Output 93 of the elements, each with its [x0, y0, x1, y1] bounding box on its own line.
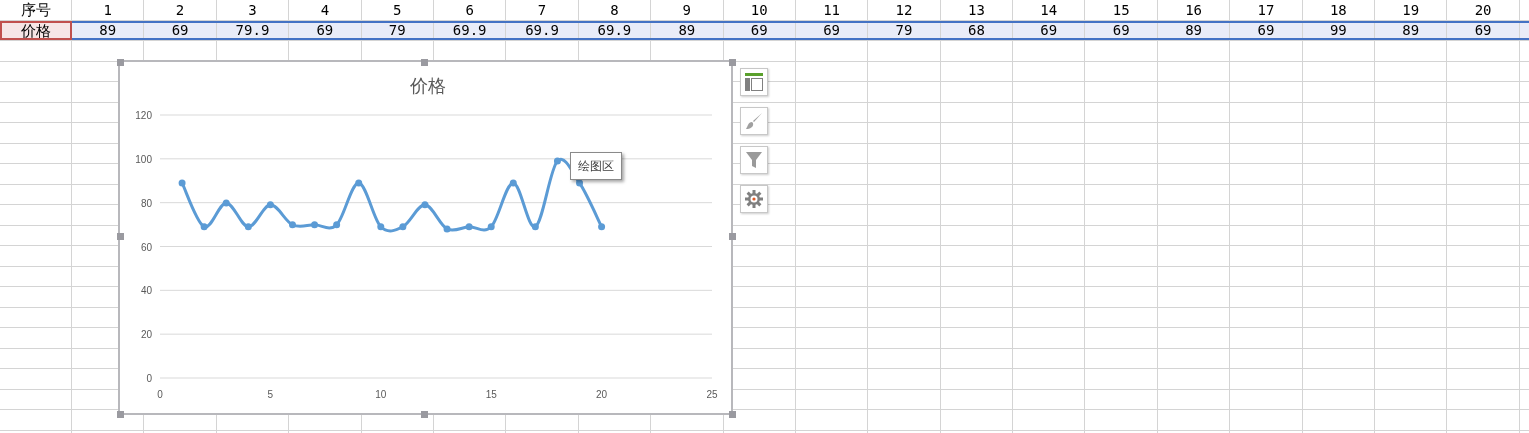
resize-handle[interactable]: [729, 411, 736, 418]
chart-title: 价格: [409, 76, 446, 96]
data-point: [465, 223, 473, 231]
table-cell: 69.9: [578, 22, 652, 38]
table-cell: 69: [1230, 22, 1303, 38]
table-cell: 18: [1302, 0, 1376, 20]
table-cell: 69: [795, 22, 869, 38]
x-axis-label: 25: [706, 389, 718, 400]
data-point: [377, 223, 385, 231]
data-point: [355, 179, 363, 187]
table-cell: 69: [1447, 22, 1520, 38]
resize-handle[interactable]: [117, 233, 124, 240]
table-cell: 69.9: [433, 22, 507, 38]
table-cell: 17: [1230, 0, 1303, 20]
data-point: [266, 201, 274, 209]
table-cell: 20: [1447, 0, 1520, 20]
style-button[interactable]: [740, 107, 768, 135]
data-point: [200, 223, 208, 231]
resize-handle[interactable]: [117, 59, 124, 66]
data-point: [333, 221, 341, 229]
table-cell: 4: [289, 0, 362, 20]
data-point: [553, 157, 561, 165]
data-point: [531, 223, 539, 231]
table-cell: 6: [433, 0, 507, 20]
x-axis-label: 15: [485, 389, 497, 400]
y-axis-label: 60: [140, 241, 152, 253]
table-cell: 12: [868, 0, 941, 20]
table-cell: 10: [723, 0, 796, 20]
data-point: [178, 179, 186, 187]
data-point: [576, 179, 583, 187]
y-axis-label: 120: [135, 110, 152, 121]
table-cell: 3: [216, 0, 290, 20]
table-cell: 69: [1085, 22, 1158, 38]
data-point: [509, 179, 517, 187]
table-cell: 14: [1013, 0, 1086, 20]
table-cell: 19: [1375, 0, 1448, 20]
table-cell: 5: [361, 0, 434, 20]
table-cell: 69: [144, 22, 217, 38]
table-cell: 89: [72, 22, 145, 38]
brush-icon: [745, 112, 763, 130]
data-point: [289, 221, 296, 229]
y-axis-label: 20: [140, 329, 152, 341]
filter-icon: [745, 151, 763, 169]
table-cell: 69: [289, 22, 362, 38]
data-point: [244, 223, 252, 231]
table-cell: 89: [1157, 22, 1231, 38]
filter-button[interactable]: [740, 146, 768, 174]
table-cell: 7: [506, 0, 579, 20]
table-cell: 89: [1375, 22, 1448, 38]
table-cell: 16: [1157, 0, 1231, 20]
data-point: [598, 223, 606, 231]
row-header-cell: 价格: [0, 20, 72, 40]
resize-handle[interactable]: [421, 59, 428, 66]
resize-handle[interactable]: [421, 411, 428, 418]
data-point: [399, 223, 407, 231]
table-cell: 13: [940, 0, 1014, 20]
data-point: [487, 223, 495, 231]
table-cell: 89: [651, 22, 724, 38]
table-cell: 1: [72, 0, 145, 20]
table-cell: 15: [1085, 0, 1158, 20]
table-cell: 2: [144, 0, 217, 20]
chart-elements-icon: [745, 73, 763, 91]
y-axis-label: 100: [135, 153, 152, 165]
table-cell: 69: [1013, 22, 1086, 38]
row-header-cell: 序号: [0, 0, 72, 20]
table-cell: 79.9: [216, 22, 290, 38]
settings-icon: [745, 190, 763, 208]
resize-handle[interactable]: [729, 59, 736, 66]
x-axis-label: 20: [596, 389, 608, 400]
table-cell: 69.9: [506, 22, 579, 38]
resize-handle[interactable]: [117, 411, 124, 418]
table-cell: 79: [868, 22, 941, 38]
table-cell: 68: [940, 22, 1014, 38]
table-cell: 79: [361, 22, 434, 38]
table-cell: 9: [651, 0, 724, 20]
settings-button[interactable]: [740, 185, 768, 213]
y-axis-label: 0: [146, 373, 152, 384]
data-point: [311, 221, 319, 229]
table-cell: 99: [1302, 22, 1376, 38]
elements-button[interactable]: [740, 68, 768, 96]
resize-handle[interactable]: [729, 233, 736, 240]
x-axis-label: 5: [267, 389, 274, 400]
table-cell: 8: [578, 0, 652, 20]
data-point: [222, 199, 230, 207]
table-cell: 11: [795, 0, 869, 20]
table-cell: 69: [723, 22, 796, 38]
y-axis-label: 80: [140, 197, 152, 209]
data-point: [421, 201, 429, 209]
y-axis-label: 40: [140, 285, 152, 297]
x-axis-label: 0: [157, 389, 163, 400]
x-axis-label: 10: [375, 389, 387, 400]
data-point: [443, 225, 451, 233]
tooltip: 绘图区: [570, 152, 622, 180]
